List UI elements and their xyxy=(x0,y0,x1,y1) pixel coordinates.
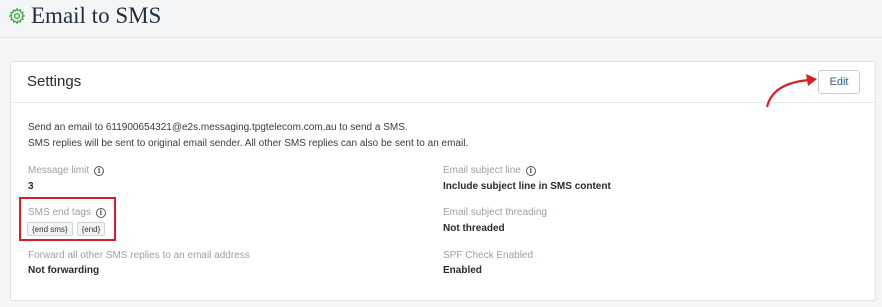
forward-label-group: Forward all other SMS replies to an emai… xyxy=(28,250,250,261)
email-subject-threading-label-group: Email subject threading xyxy=(443,207,547,218)
email-subject-line-label-group: Email subject line i xyxy=(443,165,536,176)
email-subject-threading-label: Email subject threading xyxy=(443,207,547,218)
info-icon[interactable]: i xyxy=(94,165,105,176)
description-line-2: SMS replies will be sent to original ema… xyxy=(28,138,469,149)
description-line-1: Send an email to 611900654321@e2s.messag… xyxy=(28,122,408,133)
info-icon[interactable]: i xyxy=(525,165,536,176)
email-subject-threading-value: Not threaded xyxy=(443,223,505,234)
spf-check-label: SPF Check Enabled xyxy=(443,250,534,261)
annotation-highlight-box xyxy=(19,197,116,241)
message-limit-label-group: Message limit i xyxy=(28,165,105,176)
gear-icon xyxy=(8,7,26,25)
spf-check-value: Enabled xyxy=(443,265,482,276)
settings-card-header: Settings Edit xyxy=(11,62,875,108)
annotation-arrow-icon xyxy=(765,74,817,108)
email-subject-line-value: Include subject line in SMS content xyxy=(443,181,611,192)
page-title: Email to SMS xyxy=(31,3,162,28)
page: Email to SMS Settings Edit Send an email… xyxy=(0,0,882,307)
settings-card: Settings Edit Send an email to 611900654… xyxy=(10,61,876,301)
forward-sms-replies-value: Not forwarding xyxy=(28,265,100,276)
message-limit-label: Message limit xyxy=(28,165,90,176)
email-subject-line-label: Email subject line xyxy=(443,165,521,176)
page-header: Email to SMS xyxy=(0,0,882,38)
forward-sms-replies-label: Forward all other SMS replies to an emai… xyxy=(28,250,250,261)
message-limit-value: 3 xyxy=(28,181,34,192)
spf-check-label-group: SPF Check Enabled xyxy=(443,250,533,261)
settings-title: Settings xyxy=(27,73,82,90)
edit-button[interactable]: Edit xyxy=(818,70,860,94)
